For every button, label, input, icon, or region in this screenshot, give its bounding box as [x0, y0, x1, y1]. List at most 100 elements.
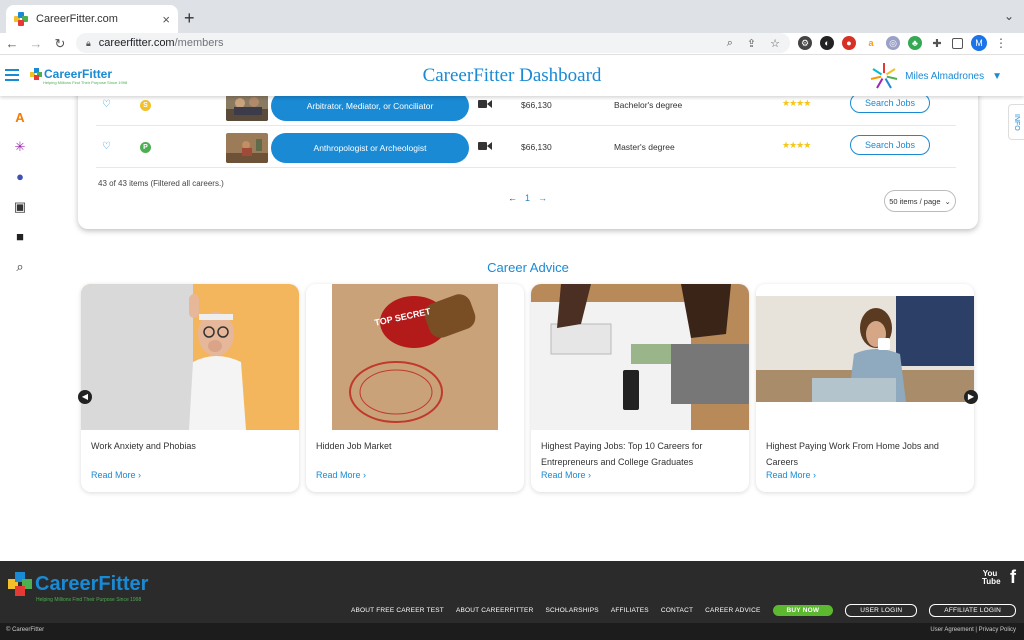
search-jobs-button[interactable]: Search Jobs — [850, 93, 930, 113]
app-header: CareerFitter Helping Millions Find Their… — [0, 56, 1024, 96]
buy-now-button[interactable]: BUY NOW — [772, 605, 834, 616]
advice-card[interactable]: Highest Paying Jobs: Top 10 Careers for … — [531, 284, 749, 492]
legal-links[interactable]: User Agreement | Privacy Policy — [930, 627, 1016, 633]
search-jobs-button[interactable]: Search Jobs — [850, 135, 930, 155]
read-more-link[interactable]: Read More › — [541, 470, 591, 480]
forward-arrow-icon[interactable]: → — [24, 36, 48, 51]
extension-sync-icon[interactable]: ◐ — [820, 36, 834, 50]
user-menu[interactable]: Miles Almadrones ▼ — [867, 62, 1002, 90]
url-path: /members — [174, 37, 224, 49]
personality-badge: S — [140, 100, 151, 111]
user-name: Miles Almadrones — [905, 70, 985, 82]
career-thumbnail — [226, 133, 268, 163]
advice-card[interactable]: TOP SECRET Hidden Job Market Read More › — [306, 284, 524, 492]
new-tab-button[interactable]: + — [184, 8, 195, 29]
favorite-heart-icon[interactable]: ♡ — [102, 141, 111, 152]
affiliate-login-button[interactable]: AFFILIATE LOGIN — [929, 604, 1016, 617]
burst-icon[interactable]: ✳ — [12, 139, 28, 155]
facebook-icon[interactable]: f — [1010, 567, 1016, 588]
extension-circle-icon[interactable]: ◎ — [886, 36, 900, 50]
extensions-puzzle-icon[interactable]: ✚ — [930, 36, 944, 50]
briefcase-icon[interactable]: ▣ — [12, 199, 28, 215]
degree-value: Bachelor's degree — [614, 100, 683, 110]
footer-link-affiliates[interactable]: AFFILIATES — [611, 607, 649, 614]
browser-tab[interactable]: CareerFitter.com × — [6, 5, 178, 33]
table-row: ♡ P Anthropologist or Archeologist $66,1… — [96, 128, 956, 168]
favorite-heart-icon[interactable]: ♡ — [102, 99, 111, 110]
tab-title: CareerFitter.com — [36, 13, 118, 25]
left-icon-rail: A ✳ ● ▣ ■ ⌕ — [0, 96, 40, 561]
advice-title: Work Anxiety and Phobias — [91, 441, 196, 451]
extension-gear-icon[interactable]: ⚙ — [798, 36, 812, 50]
footer-bottom-bar: © CareerFitter User Agreement | Privacy … — [0, 623, 1024, 640]
footer-link-about-test[interactable]: ABOUT FREE CAREER TEST — [351, 607, 444, 614]
carousel-next-arrow-icon[interactable]: ▶ — [964, 390, 978, 404]
site-footer: CareerFitter Helping Millions Find Their… — [0, 561, 1024, 623]
social-links: You Tube f — [982, 567, 1016, 588]
user-login-button[interactable]: USER LOGIN — [845, 604, 918, 617]
tab-search-chevron-icon[interactable]: ⌄ — [1004, 9, 1014, 23]
youtube-icon[interactable]: You Tube — [982, 569, 1001, 586]
profile-head-icon[interactable]: ● — [12, 169, 28, 185]
advice-title: Highest Paying Work From Home Jobs and C… — [766, 441, 939, 467]
extension-amazon-icon[interactable]: a — [864, 36, 878, 50]
salary-value: $66,130 — [521, 142, 552, 152]
next-page-arrow-icon[interactable]: → — [538, 193, 547, 203]
advice-image — [81, 284, 299, 430]
browser-menu-icon[interactable]: ⋮ — [995, 36, 1007, 50]
extension-green-icon[interactable]: ♣ — [908, 36, 922, 50]
advice-image — [756, 284, 974, 430]
read-more-link[interactable]: Read More › — [316, 470, 366, 480]
extension-red-icon[interactable]: ● — [842, 36, 856, 50]
profile-avatar[interactable]: M — [971, 35, 987, 51]
lock-icon: 🔒︎ — [86, 37, 91, 48]
read-more-link[interactable]: Read More › — [91, 470, 141, 480]
video-camera-icon[interactable] — [478, 99, 492, 109]
advice-title: Hidden Job Market — [316, 441, 392, 451]
advice-card[interactable]: Work Anxiety and Phobias Read More › — [81, 284, 299, 492]
advice-image: TOP SECRET — [306, 284, 524, 430]
back-arrow-icon[interactable]: ← — [0, 36, 24, 51]
pagination: ← 1 → — [508, 193, 547, 203]
page-size-value: 50 items / page — [889, 196, 941, 206]
page-number[interactable]: 1 — [525, 193, 530, 203]
personality-badge: P — [140, 142, 151, 153]
advice-title: Highest Paying Jobs: Top 10 Careers for … — [541, 441, 703, 467]
reload-icon[interactable]: ↻ — [48, 36, 72, 52]
footer-logo[interactable]: CareerFitter Helping Millions Find Their… — [8, 572, 148, 603]
chevron-down-icon: ▼ — [992, 70, 1002, 82]
salary-value: $66,130 — [521, 100, 552, 110]
prev-page-arrow-icon[interactable]: ← — [508, 193, 517, 203]
rating-stars: ★★★★ — [782, 98, 811, 108]
assessment-a-icon[interactable]: A — [12, 110, 28, 126]
careerfitter-logo-icon — [8, 572, 32, 596]
footer-link-about[interactable]: ABOUT CAREERFITTER — [456, 607, 534, 614]
address-bar[interactable]: 🔒︎ careerfitter.com/members ⌕ ⇪ ☆ — [76, 33, 790, 53]
bookmark-star-icon[interactable]: ☆ — [770, 37, 780, 50]
zoom-search-icon[interactable]: ⌕ — [727, 37, 733, 50]
section-title: Career Advice — [487, 260, 569, 275]
extensions-area: ⚙ ◐ ● a ◎ ♣ ✚ M ⋮ — [798, 35, 1007, 51]
footer-link-contact[interactable]: CONTACT — [661, 607, 693, 614]
info-side-tab[interactable]: INFO — [1008, 104, 1024, 140]
browser-toolbar: ← → ↻ 🔒︎ careerfitter.com/members ⌕ ⇪ ☆ … — [0, 33, 1024, 55]
copyright: © CareerFitter — [6, 627, 45, 633]
user-avatar-burst-icon — [870, 63, 898, 89]
share-icon[interactable]: ⇪ — [747, 37, 756, 50]
close-tab-icon[interactable]: × — [162, 12, 170, 27]
video-icon[interactable]: ■ — [12, 229, 28, 245]
footer-link-career-advice[interactable]: CAREER ADVICE — [705, 607, 760, 614]
degree-value: Master's degree — [614, 142, 675, 152]
video-camera-icon[interactable] — [478, 141, 492, 151]
footer-link-scholarships[interactable]: SCHOLARSHIPS — [545, 607, 598, 614]
side-panel-icon[interactable] — [952, 37, 963, 49]
carousel-prev-arrow-icon[interactable]: ◀ — [78, 390, 92, 404]
careerfitter-favicon — [14, 12, 28, 26]
advice-card[interactable]: Highest Paying Work From Home Jobs and C… — [756, 284, 974, 492]
page-size-select[interactable]: 50 items / page ⌄ — [884, 190, 956, 212]
footer-tagline: Helping Millions Find Their Purpose Sinc… — [36, 597, 142, 603]
browser-tab-strip: CareerFitter.com × + ⌄ — [0, 0, 1024, 33]
rating-stars: ★★★★ — [782, 140, 811, 150]
read-more-link[interactable]: Read More › — [766, 470, 816, 480]
career-name-button[interactable]: Anthropologist or Archeologist — [271, 133, 469, 163]
